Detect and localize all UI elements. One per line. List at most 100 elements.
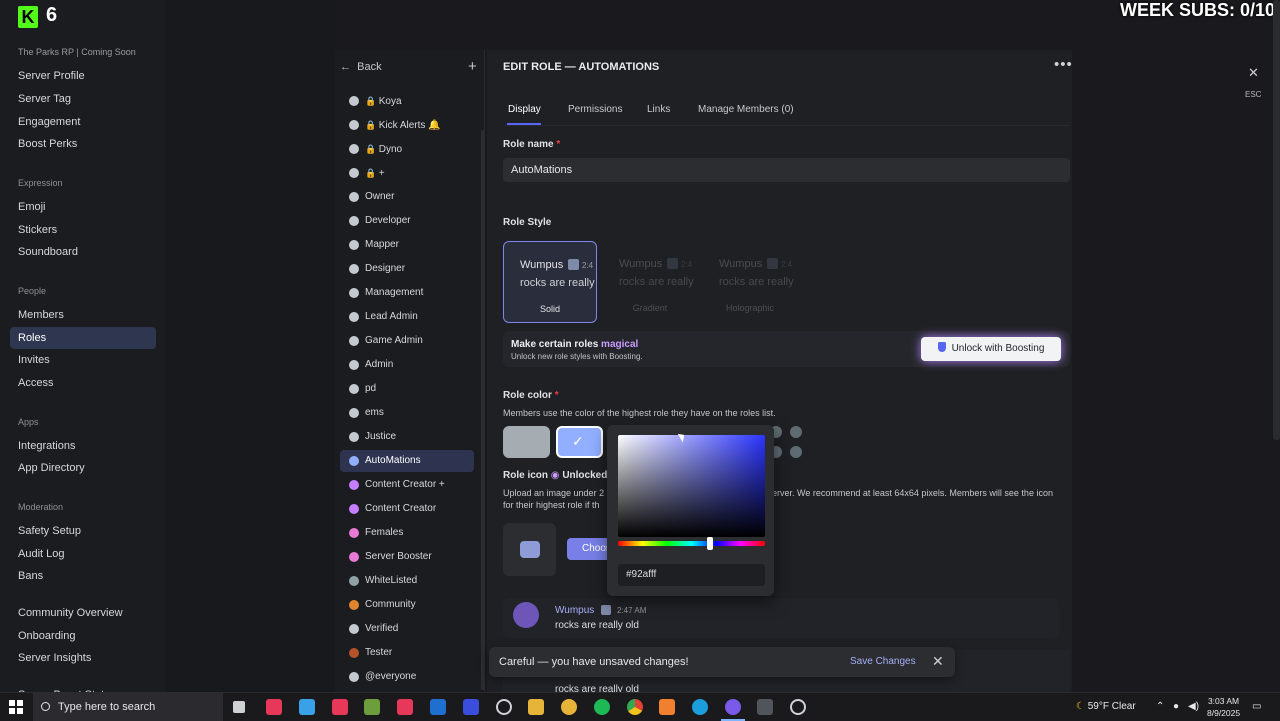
windows-start-icon[interactable] [9,700,23,714]
role-list-item[interactable]: Verified [340,618,474,640]
edge-icon[interactable] [692,699,708,715]
app-icon[interactable] [561,699,577,715]
nav-safety-setup[interactable]: Safety Setup [10,520,156,542]
app-icon[interactable] [790,699,806,715]
nav-integrations[interactable]: Integrations [10,435,156,457]
role-list-item[interactable]: 🔒 Dyno [340,138,474,160]
nav-roles[interactable]: Roles [10,327,156,349]
nav-app-directory[interactable]: App Directory [10,457,156,479]
nav-access[interactable]: Access [10,372,156,394]
role-list-item[interactable]: Admin [340,354,474,376]
nav-onboarding[interactable]: Onboarding [10,625,156,647]
nav-server-tag[interactable]: Server Tag [10,88,156,110]
app-icon[interactable] [496,699,512,715]
nav-soundboard[interactable]: Soundboard [10,241,156,263]
nav-community-overview[interactable]: Community Overview [10,602,156,624]
role-list-item[interactable]: 🔒 Kick Alerts 🔔 [340,114,474,136]
notification-icon[interactable]: ▭ [1252,701,1261,712]
color-swatch[interactable] [790,426,802,438]
taskbar-search-input[interactable]: Type here to search [33,693,223,721]
app-icon[interactable] [332,699,348,715]
close-icon[interactable]: ✕ [932,653,944,670]
app-icon[interactable] [757,699,773,715]
role-list-item[interactable]: Developer [340,210,474,232]
role-list-item[interactable]: Server Booster [340,546,474,568]
hue-slider-handle[interactable] [707,537,713,550]
role-list-item[interactable]: AutoMations [340,450,474,472]
role-list-item[interactable]: Tester [340,642,474,664]
role-list-item[interactable]: Lead Admin [340,306,474,328]
outlook-icon[interactable] [430,699,446,715]
chrome-icon[interactable] [627,699,643,715]
app-icon[interactable] [463,699,479,715]
role-list-item[interactable]: ems [340,402,474,424]
color-swatch[interactable] [790,446,802,458]
role-list-item[interactable]: Content Creator [340,498,474,520]
nav-boost-perks[interactable]: Boost Perks [10,133,156,155]
nav-members[interactable]: Members [10,304,156,326]
role-list-item[interactable]: Mapper [340,234,474,256]
save-changes-button[interactable]: Save Changes [850,656,916,667]
app-icon[interactable] [397,699,413,715]
hex-input[interactable]: #92afff [618,564,765,586]
role-list-item[interactable]: Management [340,282,474,304]
role-list-item[interactable]: WhiteListed [340,570,474,592]
unlock-with-boosting-button[interactable]: Unlock with Boosting [921,337,1061,361]
role-list-item[interactable]: Justice [340,426,474,448]
role-list-item[interactable]: @everyone [340,666,474,688]
file-explorer-icon[interactable] [528,699,544,715]
tab-display[interactable]: Display [508,104,541,115]
role-name-input[interactable]: AutoMations [503,158,1070,182]
taskbar-clock[interactable]: 3:03 AM 8/9/2025 [1207,695,1240,719]
app-icon[interactable] [266,699,282,715]
style-card-holographic[interactable]: Wumpus 2:4 rocks are really Holographic [703,241,797,323]
roles-scrollbar[interactable] [481,130,484,690]
add-role-button[interactable]: + [468,58,477,75]
role-icon-upload[interactable] [503,523,556,576]
tab-links[interactable]: Links [647,104,670,115]
app-icon[interactable] [299,699,315,715]
weather-widget[interactable]: ☾ 59°F Clear [1076,701,1136,712]
style-card-gradient[interactable]: Wumpus 2:4 rocks are really Gradient [603,241,697,323]
tray-chevron-icon[interactable]: ⌃ [1156,701,1164,712]
role-list-item[interactable]: 🔒 + [340,162,474,184]
custom-color-swatch[interactable]: ✓ [556,426,603,458]
role-list-item[interactable]: pd [340,378,474,400]
hue-slider[interactable] [618,541,765,546]
nav-engagement[interactable]: Engagement [10,111,156,133]
tab-manage-members[interactable]: Manage Members (0) [698,104,794,115]
role-color-dot [349,96,359,106]
role-list-item[interactable]: Designer [340,258,474,280]
spotify-icon[interactable] [594,699,610,715]
mic-icon[interactable]: ● [1173,701,1179,712]
style-card-solid[interactable]: Wumpus 2:4 rocks are really Solid [503,241,597,323]
default-color-swatch[interactable] [503,426,550,458]
close-icon[interactable]: ✕ [1248,65,1259,81]
nav-server-profile[interactable]: Server Profile [10,65,156,87]
volume-icon[interactable]: ◀) [1188,701,1199,712]
page-scrollbar[interactable] [1273,0,1280,440]
tab-permissions[interactable]: Permissions [568,104,622,115]
lock-icon: 🔒 [365,96,379,106]
role-list-item[interactable]: Game Admin [340,330,474,352]
nav-invites[interactable]: Invites [10,349,156,371]
overlay-number: 6 [46,4,58,26]
role-list-item[interactable]: Community [340,594,474,616]
nav-emoji[interactable]: Emoji [10,196,156,218]
role-list-item[interactable]: Females [340,522,474,544]
role-list-item[interactable]: Content Creator + [340,474,474,496]
task-view-icon[interactable] [233,701,245,713]
nav-server-insights[interactable]: Server Insights [10,647,156,669]
nav-audit-log[interactable]: Audit Log [10,543,156,565]
app-icon[interactable] [659,699,675,715]
nav-bans[interactable]: Bans [10,565,156,587]
role-name: Lead Admin [365,311,418,322]
role-list-item[interactable]: Owner [340,186,474,208]
discord-icon[interactable] [721,699,745,721]
more-icon[interactable]: ••• [1054,56,1073,73]
saturation-area[interactable] [618,435,765,537]
app-icon[interactable] [364,699,380,715]
nav-stickers[interactable]: Stickers [10,219,156,241]
role-list-item[interactable]: 🔒 Koya [340,90,474,112]
back-button[interactable]: ← Back [340,61,382,73]
